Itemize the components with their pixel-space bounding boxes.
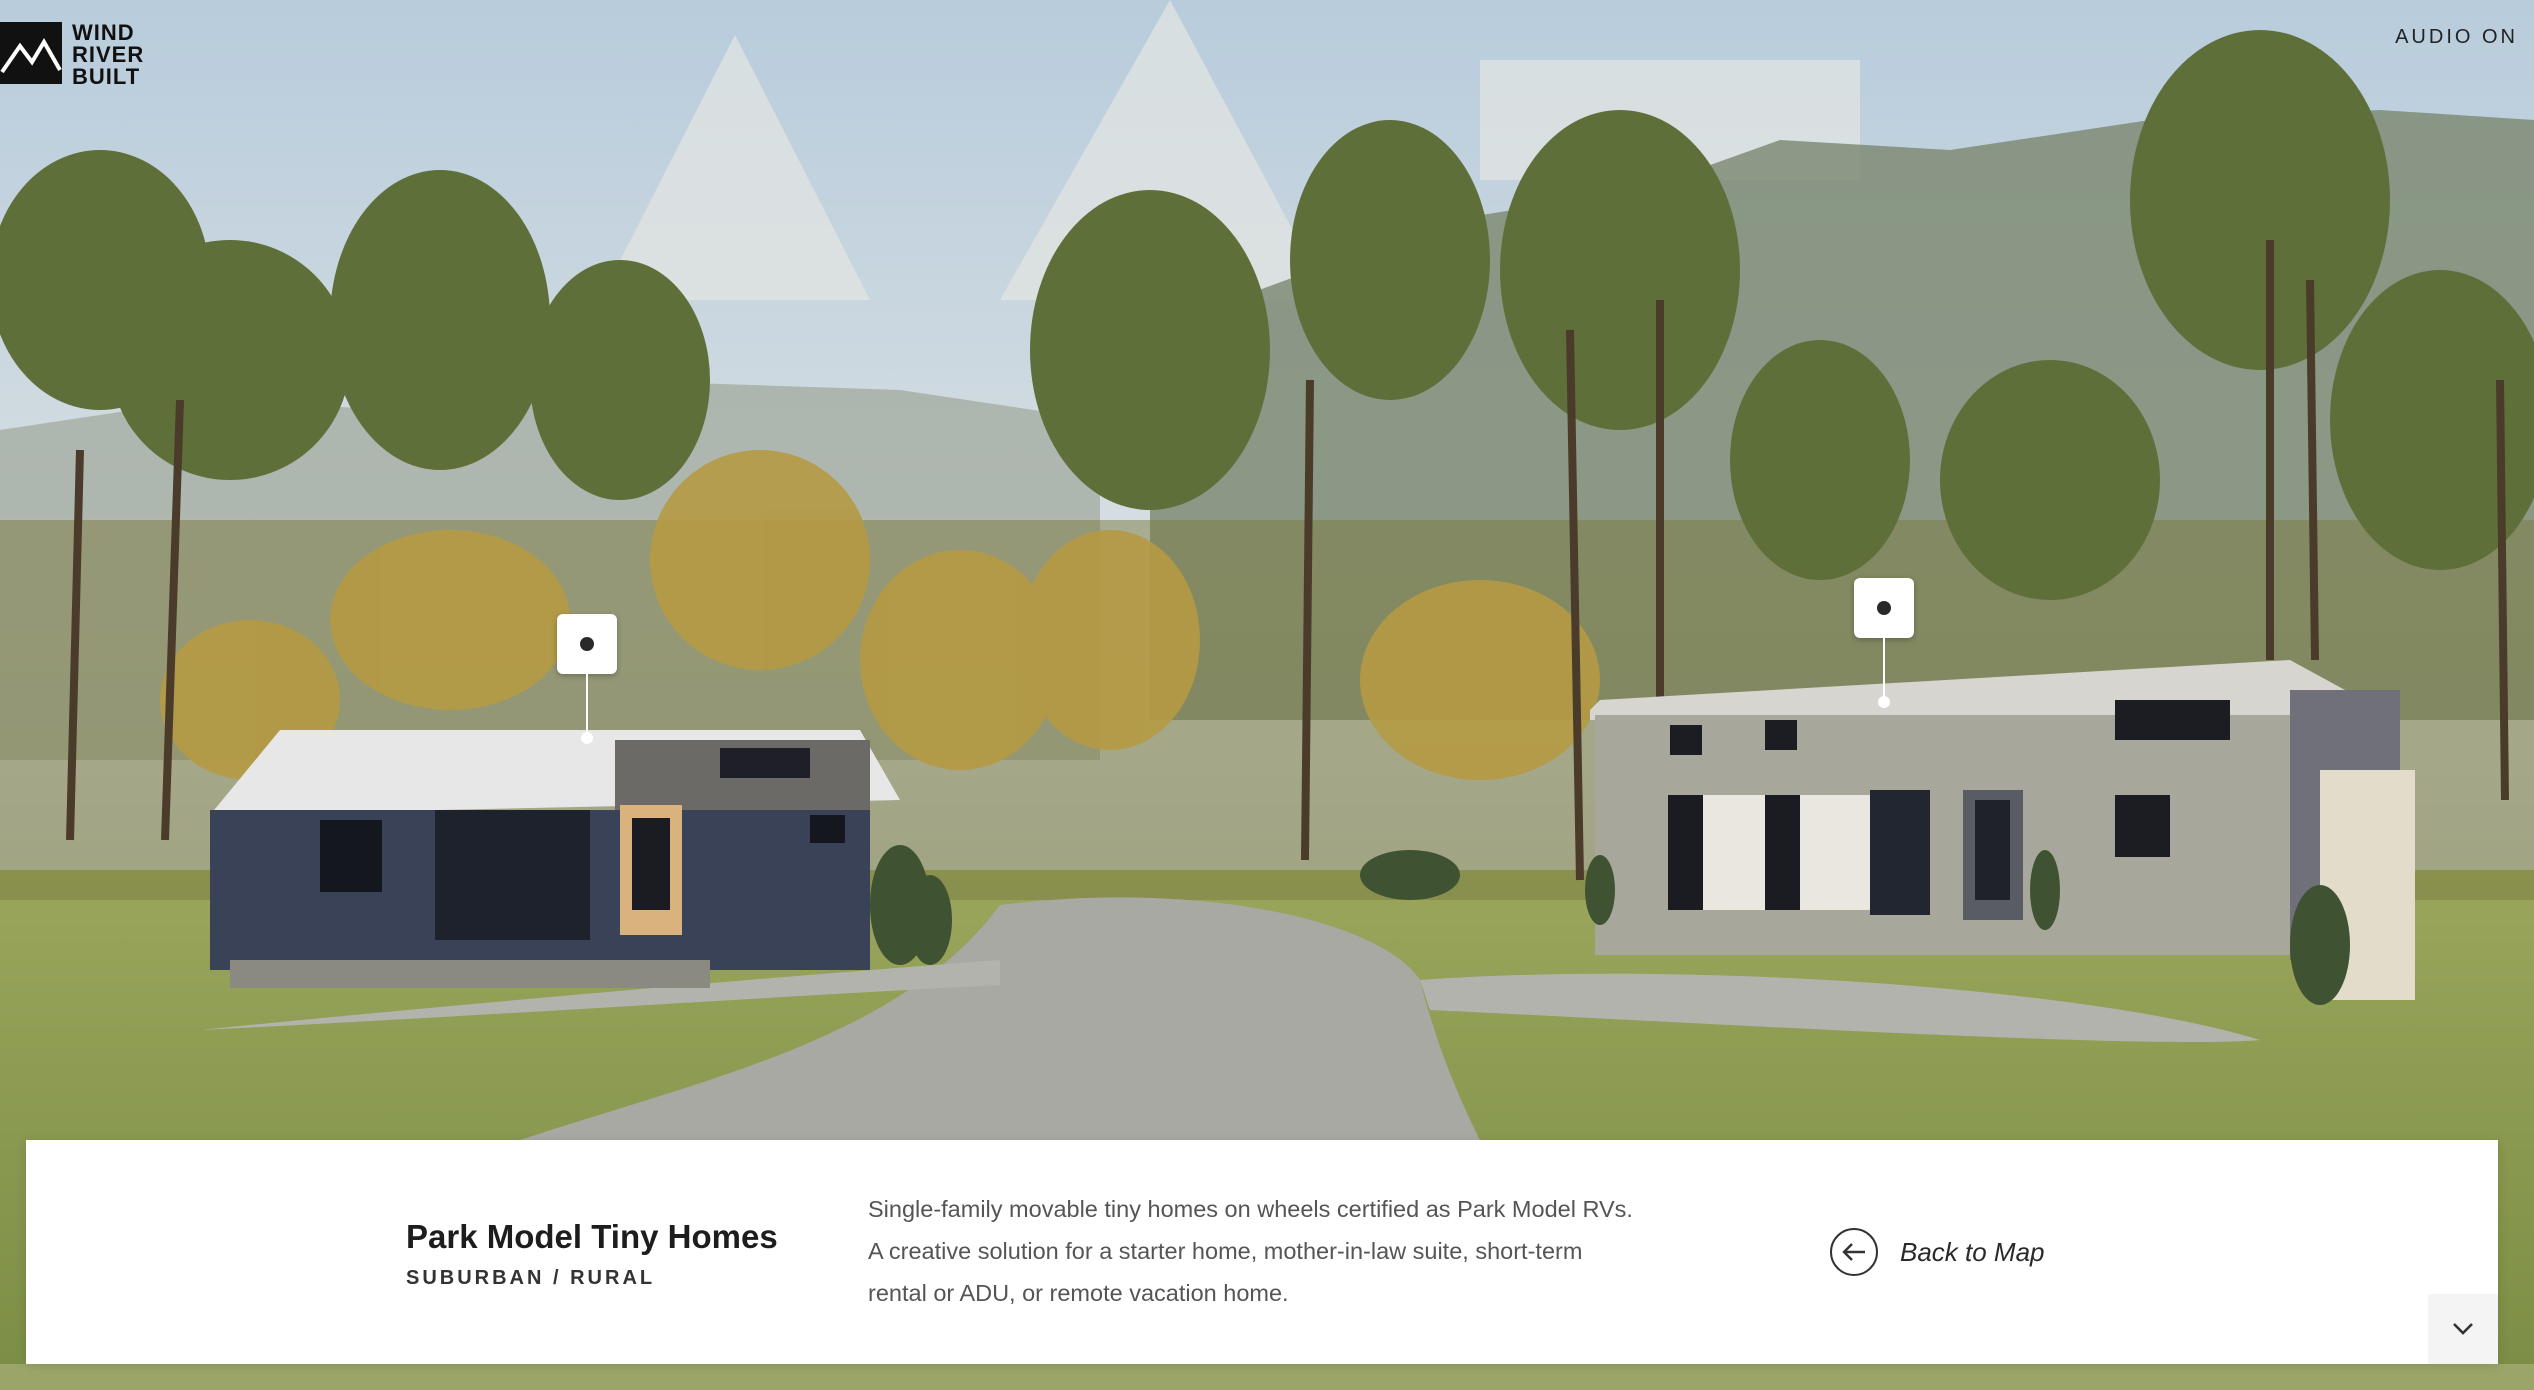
logo-line-2: RIVER (72, 42, 145, 67)
hotspot-left-anchor (581, 732, 593, 744)
dot-icon (1877, 601, 1891, 615)
info-panel: Park Model Tiny Homes SUBURBAN / RURAL S… (26, 1140, 2498, 1364)
back-to-map-label: Back to Map (1900, 1236, 2045, 1267)
collapse-panel-button[interactable] (2428, 1294, 2498, 1364)
arrow-left-icon (1830, 1228, 1878, 1276)
logo-line-1: WIND (72, 20, 135, 45)
panel-subtitle: SUBURBAN / RURAL (406, 1267, 656, 1289)
hotspot-left-connector (586, 674, 588, 736)
wind-river-built-logo[interactable]: WIND RIVER BUILT (0, 22, 144, 88)
hotspot-right-connector (1883, 638, 1885, 700)
mountain-logo-icon (0, 22, 62, 84)
hotspot-left-home[interactable] (557, 614, 617, 674)
left-home (210, 730, 900, 988)
description-line-2: A creative solution for a starter home, … (868, 1238, 1583, 1264)
dot-icon (580, 637, 594, 651)
panel-description: Single-family movable tiny homes on whee… (868, 1188, 1718, 1314)
description-line-1: Single-family movable tiny homes on whee… (868, 1196, 1633, 1222)
hotspot-right-home[interactable] (1854, 578, 1914, 638)
audio-toggle[interactable]: AUDIO ON (2395, 26, 2518, 49)
panel-title: Park Model Tiny Homes (406, 1218, 778, 1255)
logo-wordmark: WIND RIVER BUILT (72, 22, 144, 88)
description-line-3: rental or ADU, or remote vacation home. (868, 1280, 1289, 1306)
hotspot-right-anchor (1878, 696, 1890, 708)
logo-line-3: BUILT (72, 64, 141, 89)
foreground-grass (0, 1364, 2534, 1390)
back-to-map-link[interactable]: Back to Map (1830, 1228, 2045, 1276)
chevron-down-icon (2453, 1323, 2473, 1335)
